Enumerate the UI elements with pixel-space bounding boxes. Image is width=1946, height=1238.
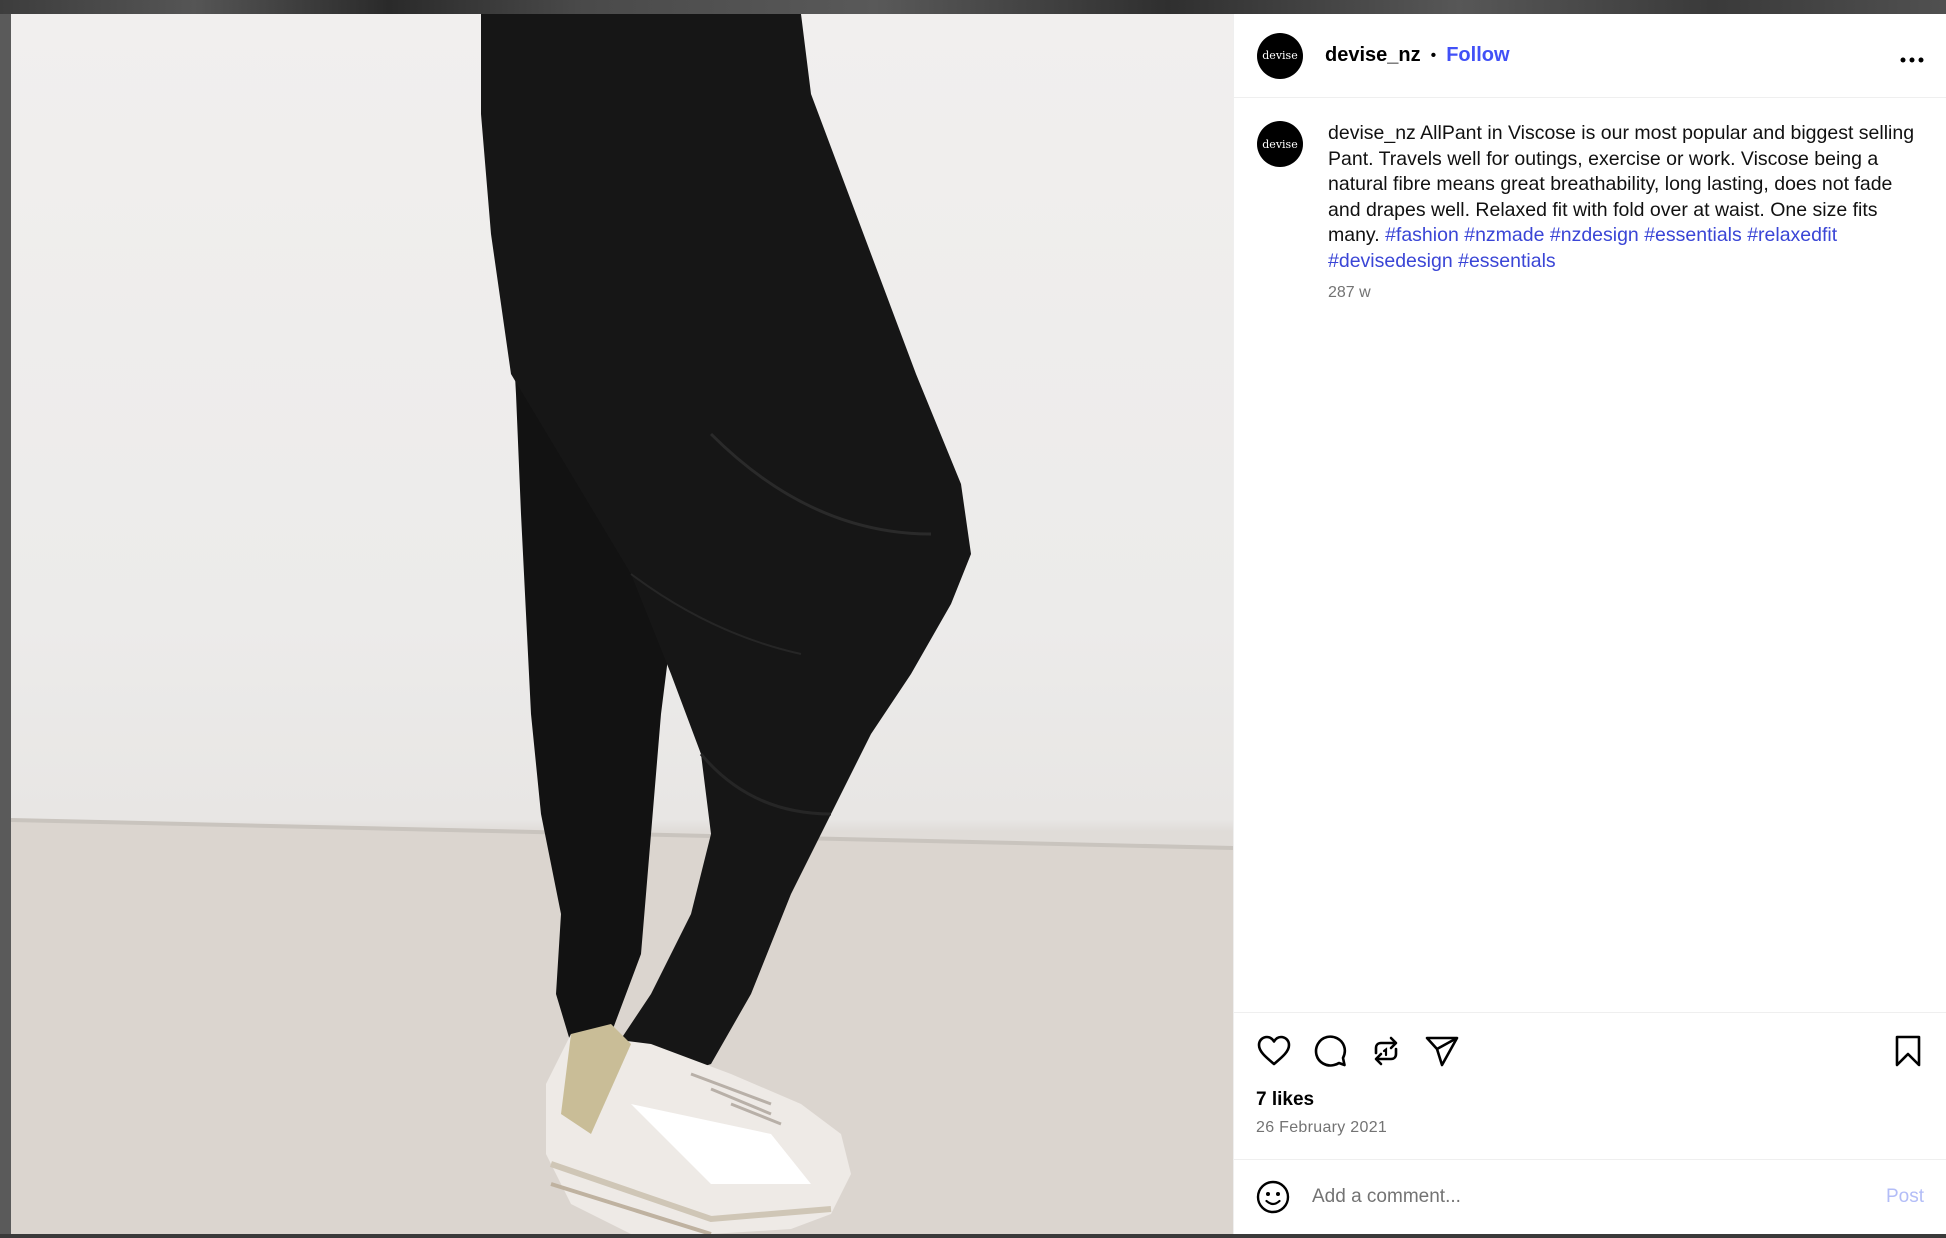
hashtag-link[interactable]: #relaxedfit [1747,224,1837,246]
post-image [11,14,1233,1234]
caption-body: devise_nz AllPant in Viscose is our most… [1328,121,1918,1012]
caption-timestamp[interactable]: 287 w [1328,284,1918,302]
hashtag-link[interactable]: #devisedesign [1328,250,1453,272]
avatar-label: devise [1262,49,1298,62]
caption-avatar[interactable]: devise [1257,121,1303,167]
repost-icon[interactable] [1368,1033,1404,1069]
caption-avatar-label: devise [1262,137,1298,151]
comment-icon[interactable] [1312,1033,1348,1069]
post-modal: devise devise_nz • Follow devise devise_… [11,14,1946,1234]
hashtag-link[interactable]: #essentials [1458,250,1556,272]
separator-dot: • [1430,46,1437,64]
post-header: devise devise_nz • Follow [1234,14,1946,98]
backdrop-grid-bottom [0,1234,1946,1238]
backdrop-grid [0,0,1946,14]
heart-icon[interactable] [1256,1033,1292,1069]
avatar[interactable]: devise [1257,32,1303,79]
share-icon[interactable] [1424,1033,1460,1069]
comment-bar: Post [1234,1159,1946,1234]
hashtag-link[interactable]: #nzdesign [1550,224,1639,246]
hashtag-link[interactable]: #fashion [1385,224,1459,246]
emoji-icon[interactable] [1256,1180,1290,1214]
hashtag-link[interactable]: #nzmade [1464,224,1544,246]
post-comment-button[interactable]: Post [1886,1186,1924,1208]
caption-username[interactable]: devise_nz [1328,122,1416,144]
bookmark-icon[interactable] [1890,1033,1926,1069]
hashtag-link[interactable]: #essentials [1644,224,1742,246]
header-username[interactable]: devise_nz [1325,44,1421,67]
post-date[interactable]: 26 February 2021 [1256,1119,1926,1137]
follow-button[interactable]: Follow [1446,44,1509,67]
comment-input[interactable] [1312,1186,1886,1208]
post-photo-illustration [11,14,1233,1234]
post-side-panel: devise devise_nz • Follow devise devise_… [1233,14,1946,1234]
caption-text: devise_nz AllPant in Viscose is our most… [1328,121,1918,274]
action-section: 7 likes 26 February 2021 [1234,1012,1946,1159]
likes-count[interactable]: 7 likes [1256,1089,1926,1111]
caption-area: devise devise_nz AllPant in Viscose is o… [1234,98,1946,1012]
action-bar [1256,1031,1926,1071]
more-options-icon[interactable] [1900,43,1924,69]
